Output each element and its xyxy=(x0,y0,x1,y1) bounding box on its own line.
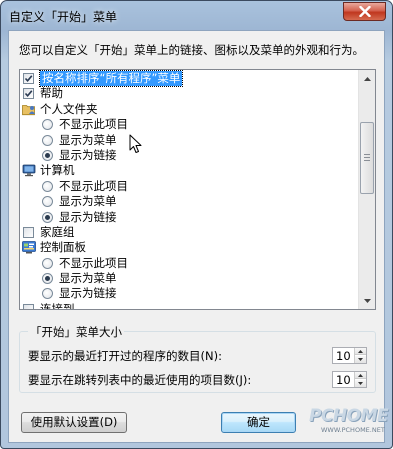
scroll-up-button[interactable] xyxy=(359,70,375,87)
dialog-description: 您可以自定义「开始」菜单上的链接、图标以及菜单的外观和行为。 xyxy=(19,43,364,57)
list-item[interactable]: 不显示此项目 xyxy=(20,256,359,271)
list-item-label: 不显示此项目 xyxy=(59,255,128,270)
spin-up-arrow-icon xyxy=(358,349,363,353)
list-item-label: 家庭组 xyxy=(40,224,75,239)
list-item-label: 显示为链接 xyxy=(59,286,117,301)
list-item-label: 显示为菜单 xyxy=(59,271,117,286)
list-item-label: 计算机 xyxy=(40,163,75,178)
recent-programs-value[interactable]: 10 xyxy=(336,349,351,363)
recent-programs-label: 要显示的最近打开过的程序的数目(N): xyxy=(28,349,222,363)
list-item-label: 个人文件夹 xyxy=(40,101,98,116)
mouse-cursor-icon xyxy=(129,134,142,153)
watermark-logo: PCHOME WWW.PCHOME.NET xyxy=(293,405,389,441)
radio-button[interactable] xyxy=(42,257,53,269)
list-item[interactable]: 不显示此项目 xyxy=(20,179,359,194)
list-item[interactable]: 控制面板 xyxy=(20,240,359,255)
checkmark-icon xyxy=(24,75,33,83)
options-listbox[interactable]: 按名称排序“所有程序”菜单 帮助 个人文件夹 不显示此项目 显示为菜单 显示为链接 计算机不… xyxy=(19,69,376,310)
radio-button[interactable] xyxy=(42,119,53,131)
jump-list-spinner[interactable]: 10 xyxy=(332,371,367,388)
title-bar[interactable]: 自定义「开始」菜单 xyxy=(1,1,392,31)
list-item[interactable]: 显示为链接 xyxy=(20,148,359,163)
list-item-label: 不显示此项目 xyxy=(59,117,128,132)
dialog-window: 自定义「开始」菜单 您可以自定义「开始」菜单上的链接、图标以及菜单的外观和行为。… xyxy=(0,0,393,449)
list-item[interactable]: 连接到 xyxy=(20,301,359,310)
radio-button[interactable] xyxy=(42,211,53,223)
list-item-label: 显示为菜单 xyxy=(59,194,117,209)
folder-user-icon xyxy=(22,103,36,116)
list-item-label: 不显示此项目 xyxy=(59,178,128,193)
radio-dot xyxy=(45,214,50,220)
menu-size-group-title: 「开始」菜单大小 xyxy=(28,324,124,340)
spin-down-button[interactable] xyxy=(355,356,366,363)
jump-list-value[interactable]: 10 xyxy=(336,373,351,387)
radio-button[interactable] xyxy=(42,288,53,300)
use-default-settings-button[interactable]: 使用默认设置(D) xyxy=(21,412,127,433)
list-item[interactable]: 显示为链接 xyxy=(20,286,359,301)
checkmark-icon xyxy=(24,90,33,98)
radio-dot xyxy=(45,152,50,158)
list-item[interactable]: 显示为菜单 xyxy=(20,271,359,286)
dialog-content: 您可以自定义「开始」菜单上的链接、图标以及菜单的外观和行为。 按名称排序“所有程… xyxy=(8,30,385,443)
options-list: 按名称排序“所有程序”菜单 帮助 个人文件夹 不显示此项目 显示为菜单 显示为链接 计算机不… xyxy=(20,70,359,310)
vertical-scrollbar[interactable] xyxy=(358,70,375,309)
scrollbar-thumb[interactable] xyxy=(360,122,374,194)
list-item[interactable]: 计算机 xyxy=(20,163,359,178)
radio-button[interactable] xyxy=(42,273,53,285)
recent-programs-spinner[interactable]: 10 xyxy=(332,347,367,364)
list-item-label: 显示为链接 xyxy=(59,209,117,224)
spin-up-button[interactable] xyxy=(355,348,366,355)
scroll-up-arrow-icon xyxy=(363,76,371,81)
jump-list-label: 要显示在跳转列表中的最近使用的项目数(J): xyxy=(28,373,252,387)
window-title: 自定义「开始」菜单 xyxy=(9,10,118,24)
list-item[interactable]: 个人文件夹 xyxy=(20,102,359,117)
checkbox[interactable] xyxy=(23,73,34,84)
radio-button[interactable] xyxy=(42,149,53,161)
list-item-label: 帮助 xyxy=(40,86,63,101)
computer-icon xyxy=(22,164,36,177)
spinner-buttons xyxy=(354,348,366,363)
thumb-grip-line xyxy=(364,157,370,158)
watermark-url: WWW.PCHOME.NET xyxy=(321,426,385,434)
thumb-grip-line xyxy=(364,154,370,155)
close-icon xyxy=(358,6,371,17)
spin-down-arrow-icon xyxy=(358,358,363,361)
list-item-label: 显示为菜单 xyxy=(59,132,117,147)
list-item-label: 连接到 xyxy=(40,301,75,310)
thumb-grip-line xyxy=(364,160,370,161)
scroll-down-arrow-icon xyxy=(363,298,371,303)
list-item[interactable]: 家庭组 xyxy=(20,225,359,240)
list-item[interactable]: 不显示此项目 xyxy=(20,117,359,132)
list-item[interactable]: 显示为菜单 xyxy=(20,194,359,209)
close-button[interactable] xyxy=(343,2,386,21)
control-panel-icon xyxy=(22,241,36,254)
radio-button[interactable] xyxy=(42,180,53,192)
checkbox[interactable] xyxy=(23,303,34,309)
ok-button[interactable]: 确定 xyxy=(221,412,296,433)
spin-up-button[interactable] xyxy=(355,372,366,379)
spin-down-button[interactable] xyxy=(355,380,366,387)
watermark-brand: PCHOME xyxy=(309,406,389,426)
list-item-label: 显示为链接 xyxy=(59,147,117,162)
list-item[interactable]: 显示为链接 xyxy=(20,210,359,225)
list-item-label: 按名称排序“所有程序”菜单 xyxy=(38,70,184,87)
scroll-down-button[interactable] xyxy=(359,292,375,309)
spin-up-arrow-icon xyxy=(358,373,363,377)
list-item-label: 控制面板 xyxy=(40,240,86,255)
list-item[interactable]: 按名称排序“所有程序”菜单 xyxy=(20,70,359,87)
radio-button[interactable] xyxy=(42,134,53,146)
list-item[interactable]: 帮助 xyxy=(20,86,359,101)
radio-dot xyxy=(45,276,50,282)
list-item[interactable]: 显示为菜单 xyxy=(20,133,359,148)
spin-down-arrow-icon xyxy=(358,382,363,385)
checkbox[interactable] xyxy=(23,88,34,100)
menu-size-group: 「开始」菜单大小 要显示的最近打开过的程序的数目(N): 10 要显示在跳转列表… xyxy=(19,324,376,393)
checkbox[interactable] xyxy=(23,226,34,238)
radio-button[interactable] xyxy=(42,196,53,208)
spinner-buttons xyxy=(354,372,366,387)
